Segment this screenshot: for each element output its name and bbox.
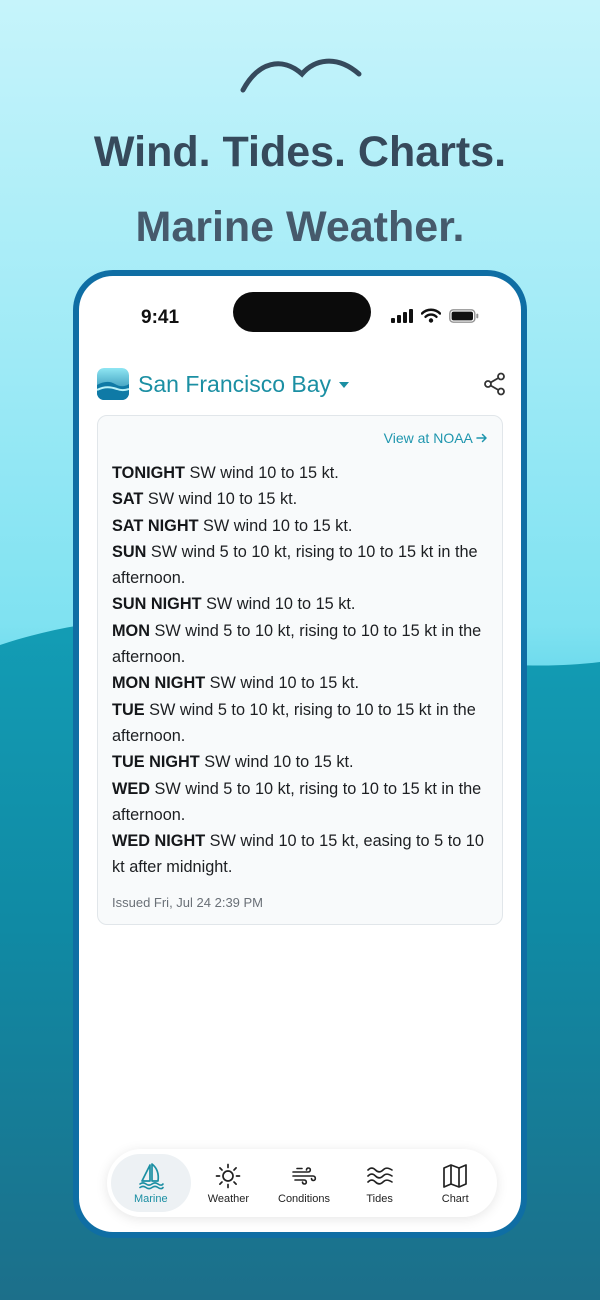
tab-label: Marine (133, 1192, 168, 1205)
period-label: SAT NIGHT (112, 516, 199, 535)
marine-forecast-card: View at NOAA TONIGHT SW wind 10 to 15 kt… (97, 415, 503, 925)
battery-icon (449, 308, 479, 323)
tab-marine[interactable]: Marine (111, 1154, 191, 1212)
period-text: SW wind 5 to 10 kt, rising to 10 to 15 k… (112, 621, 482, 667)
forecast-period: TUE NIGHT SW wind 10 to 15 kt. (112, 749, 488, 775)
period-text: SW wind 10 to 15 kt. (199, 753, 354, 772)
headline-line-2: Marine Weather. (135, 203, 465, 251)
period-label: WED NIGHT (112, 832, 206, 851)
forecast-period: TONIGHT SW wind 10 to 15 kt. (112, 460, 488, 486)
tab-tides[interactable]: Tides (342, 1154, 418, 1212)
period-text: SW wind 5 to 10 kt, rising to 10 to 15 k… (112, 779, 482, 824)
phone-frame: 9:41 San Francisco Bay View at NOAA TONI… (73, 270, 527, 1238)
tab-label: Weather (207, 1192, 250, 1205)
wifi-icon (421, 308, 441, 323)
tab-weather[interactable]: Weather (191, 1154, 267, 1212)
promo-headline: Wind. Tides. Charts. Marine Weather. (0, 128, 600, 251)
tab-label: Tides (366, 1192, 393, 1205)
period-text: SW wind 10 to 15 kt. (205, 674, 359, 693)
chevron-down-icon (339, 382, 350, 388)
forecast-period: TUE SW wind 5 to 10 kt, rising to 10 to … (112, 697, 488, 750)
period-label: TUE NIGHT (112, 753, 200, 772)
period-label: MON (112, 621, 150, 640)
dynamic-island (233, 292, 371, 332)
map-icon (443, 1163, 468, 1188)
sailboat-icon (138, 1162, 164, 1189)
tab-bar: Marine Weather Conditions Tides Chart (107, 1149, 497, 1217)
share-icon[interactable] (483, 372, 507, 396)
tab-label: Chart (441, 1192, 469, 1205)
forecast-period: WED SW wind 5 to 10 kt, rising to 10 to … (112, 776, 488, 829)
location-name: San Francisco Bay (138, 370, 332, 397)
period-label: SAT (112, 490, 144, 509)
tab-conditions[interactable]: Conditions (266, 1154, 342, 1212)
tab-label: Conditions (278, 1192, 330, 1205)
wind-icon (292, 1166, 317, 1185)
forecast-period: SUN NIGHT SW wind 10 to 15 kt. (112, 591, 488, 617)
signal-icon (391, 308, 413, 323)
period-text: SW wind 10 to 15 kt. (184, 464, 339, 482)
period-label: WED (112, 779, 150, 798)
arrow-right-icon (476, 433, 487, 443)
view-at-noaa-link[interactable]: View at NOAA (112, 430, 488, 446)
phone-screen: 9:41 San Francisco Bay View at NOAA TONI… (79, 276, 521, 1232)
issued-timestamp: Issued Fri, Jul 24 2:39 PM (112, 894, 264, 910)
waves-icon (366, 1166, 393, 1185)
forecast-period: MON NIGHT SW wind 10 to 15 kt. (112, 670, 488, 696)
forecast-text: TONIGHT SW wind 10 to 15 kt. SAT SW wind … (112, 460, 488, 881)
forecast-period: SAT NIGHT SW wind 10 to 15 kt. (112, 513, 488, 539)
period-label: SUN NIGHT (112, 595, 202, 614)
forecast-period: SUN SW wind 5 to 10 kt, rising to 10 to … (112, 539, 488, 592)
period-text: SW wind 10 to 15 kt. (198, 516, 353, 535)
forecast-period: WED NIGHT SW wind 10 to 15 kt, easing to… (112, 828, 488, 881)
app-icon (97, 368, 129, 400)
bird-logo-icon (240, 58, 362, 93)
period-label: TONIGHT (112, 464, 185, 482)
status-time: 9:41 (141, 307, 180, 328)
headline-line-1: Wind. Tides. Charts. (93, 128, 507, 176)
sun-icon (216, 1163, 241, 1188)
view-at-noaa-label: View at NOAA (383, 430, 473, 446)
period-text: SW wind 10 to 15 kt. (201, 595, 356, 614)
period-label: MON NIGHT (112, 674, 206, 693)
app-header: San Francisco Bay (97, 364, 507, 404)
period-label: TUE (112, 700, 145, 719)
location-selector[interactable]: San Francisco Bay (138, 370, 350, 398)
period-text: SW wind 10 to 15 kt. (143, 490, 298, 509)
period-text: SW wind 5 to 10 kt, rising to 10 to 15 k… (112, 542, 478, 588)
period-text: SW wind 5 to 10 kt, rising to 10 to 15 k… (112, 700, 476, 745)
forecast-period: MON SW wind 5 to 10 kt, rising to 10 to … (112, 618, 488, 671)
forecast-period: SAT SW wind 10 to 15 kt. (112, 486, 488, 512)
tab-chart[interactable]: Chart (417, 1154, 493, 1212)
status-icons (391, 308, 479, 323)
period-label: SUN (112, 542, 147, 561)
